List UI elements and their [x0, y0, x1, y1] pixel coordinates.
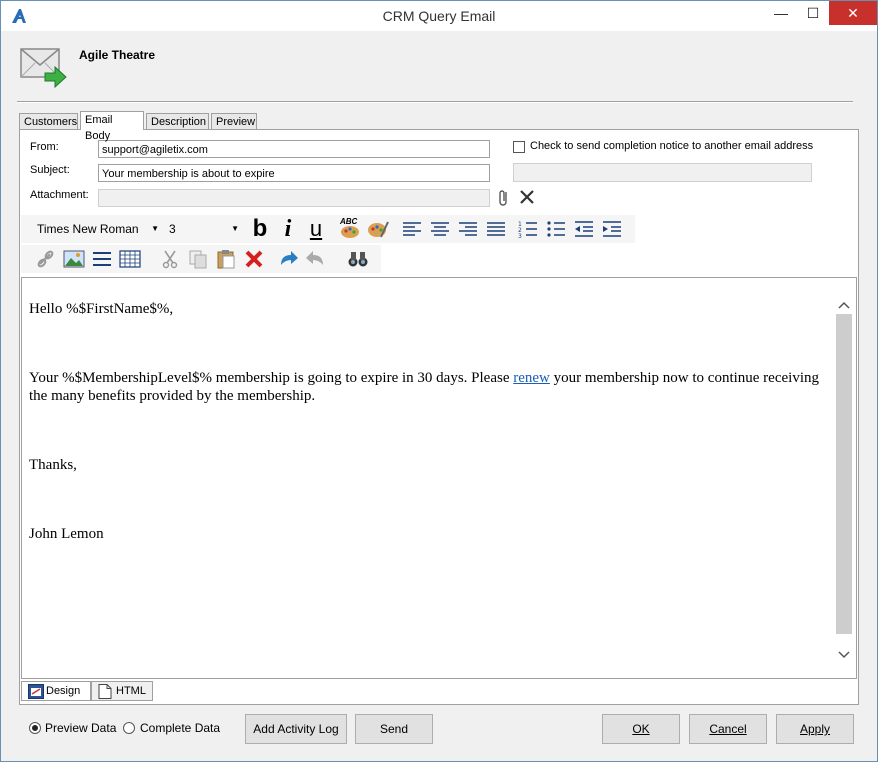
cut-icon[interactable]	[159, 249, 181, 269]
tab-customers[interactable]: Customers	[19, 113, 78, 129]
design-mode-icon	[28, 684, 44, 699]
align-left-icon[interactable]	[401, 219, 423, 239]
format-toolbar: Times New Roman ▼ 3 ▼ b i u ABC	[21, 215, 541, 243]
html-mode-icon	[98, 684, 112, 699]
bold-icon[interactable]: b	[249, 217, 271, 241]
renew-link[interactable]: renew	[513, 370, 550, 386]
edit-toolbar	[21, 245, 381, 273]
insert-table-icon[interactable]	[119, 249, 141, 269]
italic-icon[interactable]: i	[277, 217, 299, 241]
minimize-button[interactable]: —	[765, 1, 797, 25]
complete-data-radio[interactable]	[123, 722, 135, 734]
preview-data-radio[interactable]	[29, 722, 41, 734]
font-size-value: 3	[169, 222, 176, 236]
numbered-list-icon[interactable]: 123	[517, 219, 539, 239]
font-family-dropdown[interactable]: Times New Roman ▼	[37, 220, 161, 238]
from-field[interactable]: support@agiletix.com	[98, 140, 490, 158]
spell-check-label: ABC	[340, 217, 358, 226]
font-family-value: Times New Roman	[37, 222, 139, 236]
horizontal-rule-icon[interactable]	[91, 249, 113, 269]
email-envelope-icon	[19, 43, 69, 91]
design-tab-label: Design	[46, 685, 81, 697]
insert-image-icon[interactable]	[63, 249, 85, 269]
from-label: From:	[30, 141, 59, 153]
company-name: Agile Theatre	[79, 48, 156, 62]
tab-description[interactable]: Description	[146, 113, 209, 129]
crm-query-email-window: CRM Query Email — ☐ ✕ Agile Theatre Cust…	[0, 0, 878, 762]
html-tab-label: HTML	[116, 685, 146, 697]
title-bar[interactable]: CRM Query Email — ☐ ✕	[1, 1, 877, 31]
align-right-icon[interactable]	[457, 219, 479, 239]
subject-label: Subject:	[30, 164, 70, 176]
palette-icon[interactable]	[367, 219, 389, 239]
header-divider	[17, 101, 853, 103]
notice-email-field[interactable]	[513, 163, 812, 182]
send-notice-checkbox[interactable]	[513, 141, 525, 153]
apply-button[interactable]: Apply	[776, 714, 854, 744]
add-activity-log-button[interactable]: Add Activity Log	[245, 714, 347, 744]
cancel-button[interactable]: Cancel	[689, 714, 767, 744]
undo-icon[interactable]	[277, 249, 299, 269]
justify-icon[interactable]	[485, 219, 507, 239]
chevron-down-icon: ▼	[231, 224, 239, 233]
link-icon[interactable]	[35, 249, 57, 269]
indent-icon[interactable]	[601, 219, 623, 239]
radio-selected-dot	[32, 725, 38, 731]
paste-icon[interactable]	[215, 249, 237, 269]
email-body-editor[interactable]: Hello %$FirstName$%, Your %$MembershipLe…	[21, 277, 857, 679]
send-notice-label: Check to send completion notice to anoth…	[530, 140, 814, 152]
attachment-field[interactable]	[98, 189, 490, 207]
remove-attachment-icon[interactable]	[516, 187, 538, 207]
signature-line: John Lemon	[29, 526, 104, 542]
outdent-icon[interactable]	[573, 219, 595, 239]
tab-html[interactable]: HTML	[91, 681, 153, 701]
svg-text:3: 3	[518, 233, 522, 239]
paperclip-icon[interactable]	[495, 188, 513, 208]
complete-data-label: Complete Data	[140, 721, 221, 735]
closing-line: Thanks,	[29, 457, 77, 473]
close-button[interactable]: ✕	[829, 1, 877, 25]
send-button[interactable]: Send	[355, 714, 433, 744]
align-center-icon[interactable]	[429, 219, 451, 239]
ok-button[interactable]: OK	[602, 714, 680, 744]
scroll-down-icon[interactable]	[836, 644, 852, 664]
chevron-down-icon: ▼	[151, 224, 159, 233]
copy-icon[interactable]	[187, 249, 209, 269]
preview-data-label: Preview Data	[45, 721, 117, 735]
editor-scrollbar[interactable]	[836, 284, 852, 668]
greeting-line: Hello %$FirstName$%,	[29, 301, 174, 317]
body-paragraph: Your %$MembershipLevel$% membership is g…	[29, 369, 839, 405]
bullet-list-icon[interactable]	[545, 219, 567, 239]
tab-design[interactable]: Design	[21, 681, 91, 701]
list-toolbar: 123	[517, 215, 635, 243]
body-text-before-link: Your %$MembershipLevel$% membership is g…	[29, 370, 514, 386]
spell-check-icon[interactable]: ABC	[339, 217, 361, 239]
scroll-up-icon[interactable]	[836, 296, 852, 316]
maximize-button[interactable]: ☐	[797, 1, 829, 25]
tab-email-body[interactable]: Email Body	[80, 111, 144, 142]
subject-field[interactable]: Your membership is about to expire	[98, 164, 490, 182]
redo-icon[interactable]	[305, 249, 327, 269]
scroll-thumb[interactable]	[836, 314, 852, 634]
font-size-dropdown[interactable]: 3 ▼	[169, 220, 241, 238]
attachment-label: Attachment:	[30, 189, 89, 201]
delete-icon[interactable]	[243, 249, 265, 269]
underline-icon[interactable]: u	[305, 218, 327, 240]
tab-preview[interactable]: Preview	[211, 113, 257, 129]
window-title: CRM Query Email	[382, 8, 496, 24]
find-binoculars-icon[interactable]	[347, 249, 369, 269]
